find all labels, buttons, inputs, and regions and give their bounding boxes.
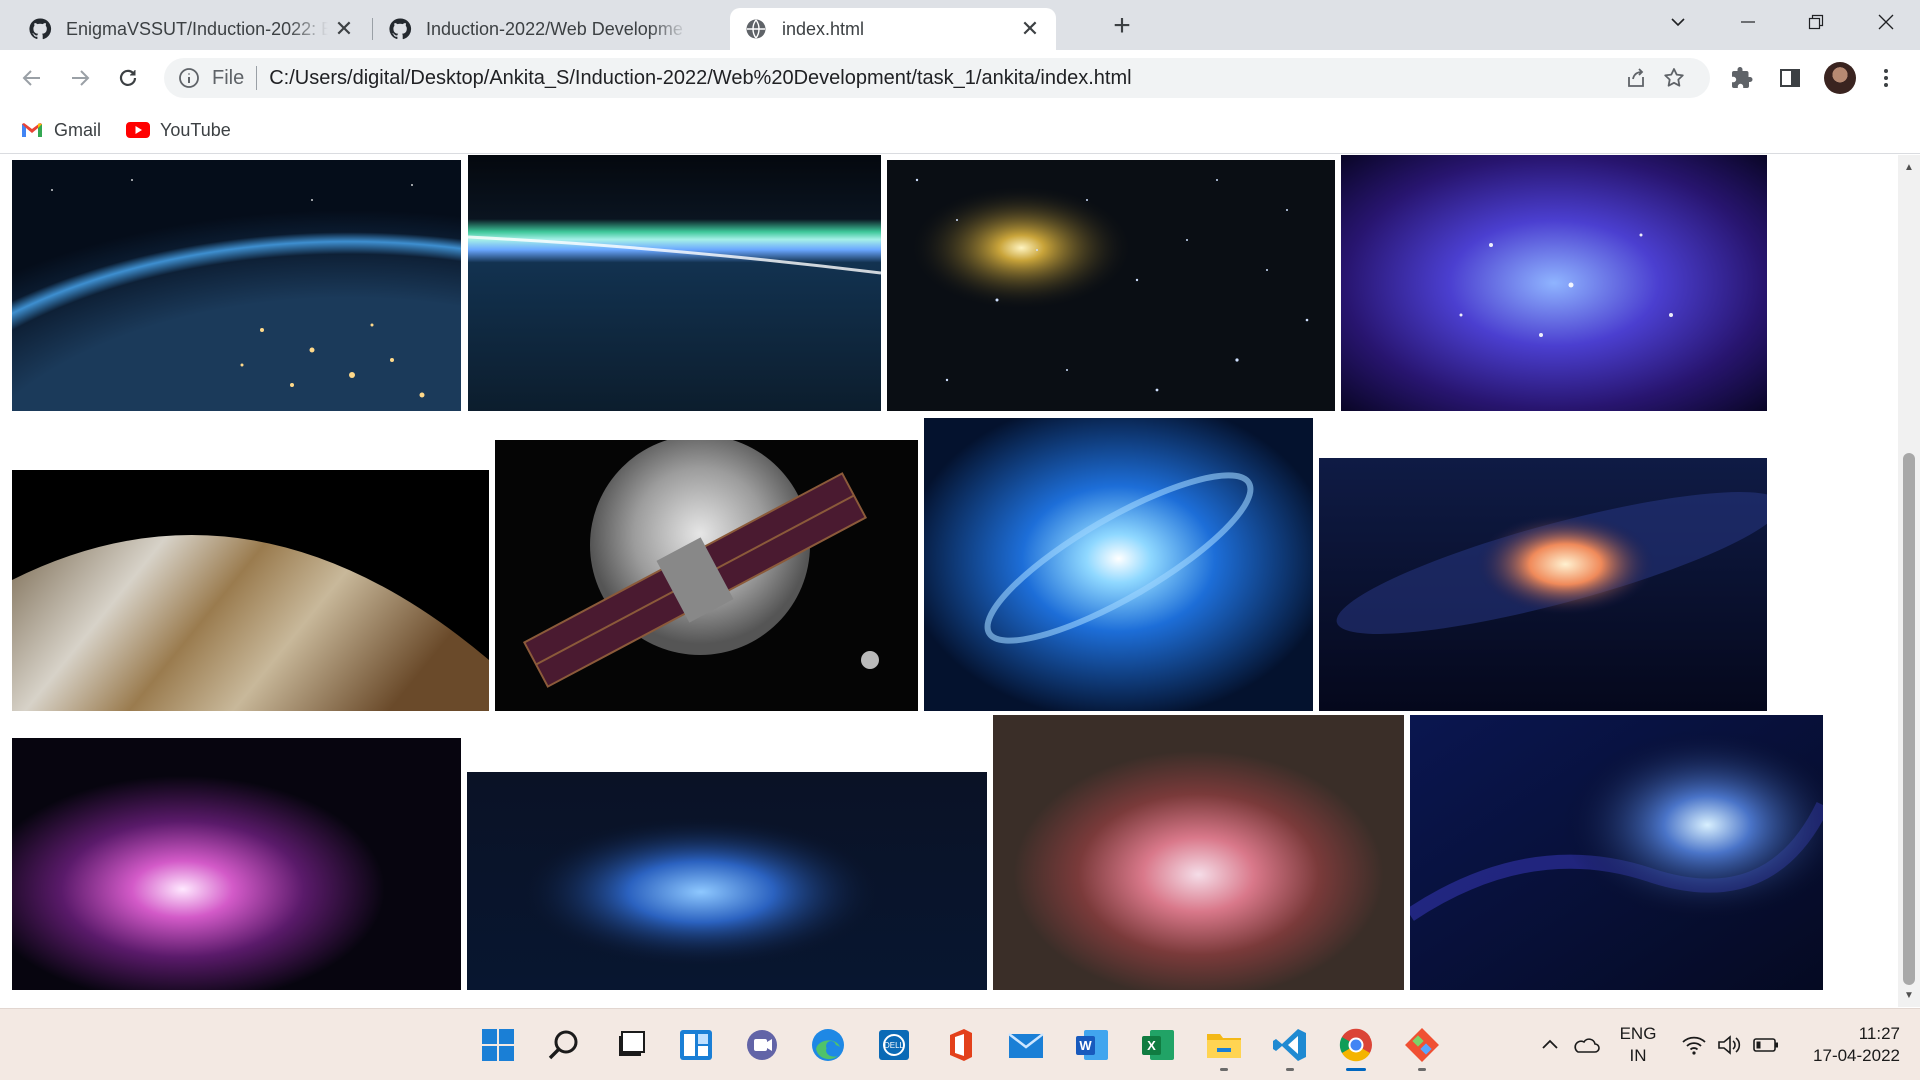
tab-strip: EnigmaVSSUT/Induction-2022: En ✕ Inducti… — [0, 0, 1920, 50]
gallery-image — [12, 160, 461, 411]
clock-date: 17-04-2022 — [1813, 1046, 1900, 1065]
scroll-up-icon[interactable]: ▲ — [1903, 161, 1915, 173]
gallery-image — [1410, 715, 1823, 990]
profile-avatar[interactable] — [1824, 62, 1856, 94]
svg-text:X: X — [1147, 1038, 1156, 1053]
back-button[interactable] — [12, 60, 52, 96]
reload-button[interactable] — [108, 60, 148, 96]
bookmarks-bar: Gmail YouTube — [0, 106, 1920, 154]
running-indicator — [1220, 1068, 1228, 1071]
browser-toolbar: File C:/Users/digital/Desktop/Ankita_S/I… — [0, 50, 1920, 106]
tab-web-development[interactable]: Induction-2022/Web Developme — [374, 8, 730, 50]
office-icon[interactable] — [936, 1021, 984, 1069]
close-icon[interactable]: ✕ — [1018, 16, 1042, 41]
clock-time: 11:27 — [1858, 1024, 1900, 1043]
close-window-button[interactable] — [1862, 6, 1910, 38]
language-code: ENG — [1619, 1024, 1657, 1043]
onedrive-cloud-icon[interactable] — [1566, 1021, 1606, 1069]
scrollbar-thumb[interactable] — [1903, 453, 1915, 985]
new-tab-button[interactable]: + — [1104, 9, 1140, 42]
taskbar-clock[interactable]: 11:27 17-04-2022 — [1790, 1023, 1900, 1067]
minimize-button[interactable] — [1724, 6, 1772, 38]
tab-index-html[interactable]: index.html ✕ — [730, 8, 1056, 50]
gallery-image — [468, 155, 881, 411]
github-icon — [389, 18, 412, 40]
side-panel-icon[interactable] — [1778, 66, 1802, 90]
search-icon[interactable] — [540, 1021, 588, 1069]
gallery-image — [12, 470, 489, 711]
gallery-image — [467, 772, 987, 990]
file-explorer-icon[interactable] — [1200, 1021, 1248, 1071]
edge-icon[interactable] — [804, 1021, 852, 1069]
gallery-image — [12, 738, 461, 990]
vscode-icon[interactable] — [1266, 1021, 1314, 1071]
bookmark-youtube[interactable]: YouTube — [126, 116, 231, 144]
chrome-icon[interactable] — [1332, 1021, 1380, 1071]
tab-search-chevron-icon[interactable] — [1654, 6, 1702, 38]
battery-icon[interactable] — [1746, 1021, 1786, 1069]
running-indicator — [1418, 1068, 1426, 1071]
gallery-image — [993, 715, 1404, 990]
svg-text:W: W — [1079, 1038, 1092, 1053]
close-icon[interactable]: ✕ — [332, 16, 356, 41]
active-indicator — [1346, 1068, 1366, 1071]
page-viewport — [0, 155, 1898, 1007]
taskbar: DELL W X ENG IN 11:27 17-04-2022 — [0, 1008, 1920, 1080]
globe-icon — [746, 19, 766, 39]
bookmark-label: YouTube — [160, 119, 231, 140]
gallery-image — [1319, 458, 1767, 711]
keyboard-region: IN — [1629, 1046, 1647, 1065]
wifi-icon[interactable] — [1674, 1021, 1714, 1069]
running-indicator — [1286, 1068, 1294, 1071]
tab-divider — [372, 18, 373, 40]
language-indicator[interactable]: ENG IN — [1612, 1023, 1664, 1067]
excel-icon[interactable]: X — [1134, 1021, 1182, 1069]
dell-icon[interactable]: DELL — [870, 1021, 918, 1069]
widgets-icon[interactable] — [672, 1021, 720, 1069]
tab-title: index.html — [782, 18, 865, 39]
gallery-image — [1341, 155, 1767, 411]
info-icon[interactable] — [178, 67, 200, 89]
windows-start-icon[interactable] — [474, 1021, 522, 1069]
share-icon[interactable] — [1624, 66, 1648, 90]
gallery-image — [887, 160, 1335, 411]
gallery-image — [495, 440, 918, 711]
tab-enigma-repo[interactable]: EnigmaVSSUT/Induction-2022: En ✕ — [14, 8, 370, 50]
git-icon[interactable] — [1398, 1021, 1446, 1071]
extensions-icon[interactable] — [1730, 66, 1754, 90]
bookmark-star-icon[interactable] — [1662, 66, 1686, 90]
scroll-down-icon[interactable]: ▼ — [1903, 989, 1915, 1001]
gmail-icon — [22, 123, 42, 137]
svg-text:DELL: DELL — [884, 1041, 905, 1050]
forward-button[interactable] — [60, 60, 100, 96]
address-bar[interactable]: File C:/Users/digital/Desktop/Ankita_S/I… — [164, 58, 1710, 98]
mail-icon[interactable] — [1002, 1021, 1050, 1069]
github-icon — [29, 18, 52, 40]
address-divider — [256, 66, 258, 90]
bookmark-label: Gmail — [54, 119, 102, 140]
teams-chat-icon[interactable] — [738, 1021, 786, 1069]
address-url[interactable]: C:/Users/digital/Desktop/Ankita_S/Induct… — [269, 67, 1131, 90]
word-icon[interactable]: W — [1068, 1021, 1116, 1069]
tab-title: EnigmaVSSUT/Induction-2022: En — [66, 18, 328, 39]
task-view-icon[interactable] — [606, 1021, 654, 1069]
volume-icon[interactable] — [1710, 1021, 1750, 1069]
restore-button[interactable] — [1792, 6, 1840, 38]
kebab-menu-icon[interactable] — [1874, 66, 1898, 90]
youtube-icon — [126, 122, 150, 138]
show-hidden-icons-chevron-icon[interactable] — [1530, 1021, 1570, 1069]
page-scrollbar[interactable]: ▲ ▼ — [1898, 155, 1920, 1007]
tab-title: Induction-2022/Web Developme — [426, 18, 683, 39]
bookmark-gmail[interactable]: Gmail — [20, 116, 101, 144]
url-scheme-label: File — [212, 66, 245, 89]
gallery-image — [924, 418, 1313, 711]
